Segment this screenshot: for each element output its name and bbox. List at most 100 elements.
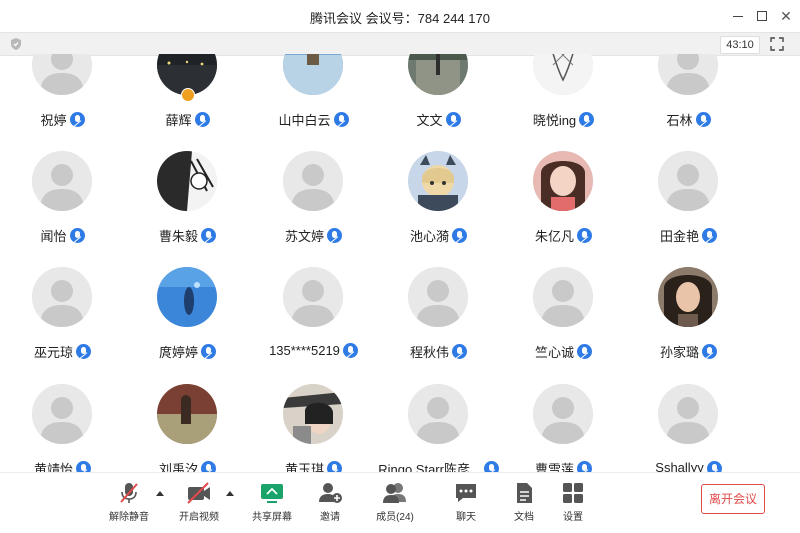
docs-button[interactable]: 文档: [496, 481, 552, 523]
share-screen-button[interactable]: 共享屏幕: [244, 481, 300, 523]
invite-button[interactable]: 邀请: [302, 481, 358, 523]
mic-muted-icon: [452, 344, 467, 359]
participant-name: Sshallyy: [655, 460, 704, 472]
participant-avatar: [533, 54, 593, 95]
window-title: 腾讯会议 会议号：784 244 170: [310, 11, 490, 26]
participant-name: 刘禹汐: [158, 462, 198, 472]
participant-avatar: [32, 267, 92, 327]
participant-tile[interactable]: 田金艳: [626, 150, 751, 268]
participant-name: 山中白云: [278, 113, 331, 128]
participant-tile[interactable]: 黄玉琪: [251, 383, 376, 472]
participant-name-row: 程秋伟: [376, 342, 501, 362]
participant-avatar: [533, 384, 593, 444]
maximize-icon[interactable]: [752, 6, 772, 26]
mic-muted-icon: [342, 343, 358, 359]
participant-tile[interactable]: 山中白云: [251, 54, 376, 152]
participant-tile[interactable]: 苏文婷: [251, 150, 376, 268]
mic-muted-icon: [452, 228, 467, 243]
close-icon[interactable]: ✕: [776, 6, 796, 26]
participant-tile[interactable]: 朱亿凡: [501, 150, 626, 268]
mic-muted-icon: [577, 461, 592, 472]
participant-tile[interactable]: 池心漪: [376, 150, 501, 268]
participant-name-row: 池心漪: [376, 226, 501, 246]
participant-tile[interactable]: 石林: [626, 54, 751, 152]
participant-tile[interactable]: 闻怡: [0, 150, 125, 268]
members-icon: [383, 483, 406, 503]
participant-tile[interactable]: 竺心诚: [501, 266, 626, 384]
participant-name-row: 晓悦ing: [501, 110, 626, 130]
participant-tile[interactable]: 文文: [376, 54, 501, 152]
mic-muted-icon: [120, 483, 138, 503]
participant-name: 苏文婷: [284, 229, 324, 244]
participant-avatar: [283, 151, 343, 211]
participant-avatar: [533, 151, 593, 211]
members-button[interactable]: 成员(24): [367, 481, 423, 523]
share-screen-icon: [261, 484, 283, 503]
participant-name: 孙家璐: [659, 345, 699, 360]
participant-name-row: 庹婷婷: [125, 342, 250, 362]
shield-icon[interactable]: [9, 37, 23, 51]
participant-name-row: 曹朱毅: [125, 226, 250, 246]
camera-off-icon: [187, 482, 210, 504]
mic-muted-icon: [76, 461, 91, 472]
participant-name-row: 朱亿凡: [501, 226, 626, 246]
participant-avatar: [157, 384, 217, 444]
title-bar: 腾讯会议 会议号：784 244 170 ✕: [0, 0, 800, 32]
participant-tile[interactable]: 晓悦ing: [501, 54, 626, 152]
participant-name: 文文: [416, 113, 443, 128]
participant-name-row: 135****5219: [251, 342, 376, 362]
participant-name-row: 田金艳: [626, 226, 751, 246]
participant-name: 曹朱毅: [158, 229, 198, 244]
participant-tile[interactable]: Ringo Starr陈彦...: [376, 383, 501, 472]
mic-muted-icon: [327, 228, 342, 243]
meeting-timer: 43:10: [720, 36, 760, 54]
minimize-icon[interactable]: [728, 6, 748, 26]
participant-tile[interactable]: 刘禹汐: [125, 383, 250, 472]
participant-name-row: 竺心诚: [501, 342, 626, 362]
unmute-button[interactable]: 解除静音: [101, 481, 157, 523]
participant-tile[interactable]: 135****5219: [251, 266, 376, 384]
participant-avatar: [32, 384, 92, 444]
mic-muted-icon: [194, 112, 210, 127]
settings-grid-icon: [563, 483, 583, 503]
participant-tile[interactable]: 曹雪莲: [501, 383, 626, 472]
leave-meeting-button[interactable]: 离开会议: [701, 484, 765, 514]
video-options-chevron-icon[interactable]: [226, 491, 234, 496]
mic-muted-icon: [483, 461, 499, 472]
chat-label: 聊天: [456, 512, 476, 523]
participant-tile[interactable]: Sshallyy: [626, 383, 751, 472]
participant-avatar: [658, 384, 718, 444]
participant-name: 庹婷婷: [158, 345, 198, 360]
meeting-toolbar: 解除静音 开启视频 共享屏幕 邀请 成员(24) 聊天 文档 设置: [0, 472, 800, 533]
participant-tile[interactable]: 庹婷婷: [125, 266, 250, 384]
mic-muted-icon: [579, 112, 595, 127]
participant-name: 黄靖怡: [33, 462, 73, 472]
participant-name: 朱亿凡: [534, 229, 574, 244]
host-badge-icon: [181, 88, 195, 102]
participant-tile[interactable]: 黄靖怡: [0, 383, 125, 472]
participant-name: 闻怡: [40, 229, 67, 244]
participant-avatar: [408, 384, 468, 444]
mic-muted-icon: [69, 112, 85, 127]
participant-avatar: [658, 151, 718, 211]
audio-options-chevron-icon[interactable]: [156, 491, 164, 496]
mic-muted-icon: [706, 460, 722, 472]
start-video-button[interactable]: 开启视频: [171, 481, 227, 523]
participant-tile[interactable]: 祝婷: [0, 54, 125, 152]
participant-grid: 祝婷 薛辉 山中白云 文文 晓悦ing 石林闻怡 曹朱毅 苏文婷 池心漪 朱亿凡 田金艳巫元琼 庹婷婷…: [0, 54, 800, 472]
chat-button[interactable]: 聊天: [438, 481, 494, 523]
settings-button[interactable]: 设置: [545, 481, 601, 523]
participant-tile[interactable]: 曹朱毅: [125, 150, 250, 268]
mic-muted-icon: [702, 228, 717, 243]
participant-name-row: 闻怡: [0, 226, 125, 246]
participant-tile[interactable]: 薛辉: [125, 54, 250, 152]
participant-name-row: 曹雪莲: [501, 459, 626, 472]
mic-muted-icon: [69, 228, 85, 243]
participant-avatar: [32, 54, 92, 95]
fullscreen-icon[interactable]: [769, 36, 785, 52]
participant-tile[interactable]: 程秋伟: [376, 266, 501, 384]
participant-name: 祝婷: [40, 113, 67, 128]
meeting-info-bar: 43:10: [0, 32, 800, 56]
participant-tile[interactable]: 巫元琼: [0, 266, 125, 384]
participant-tile[interactable]: 孙家璐: [626, 266, 751, 384]
